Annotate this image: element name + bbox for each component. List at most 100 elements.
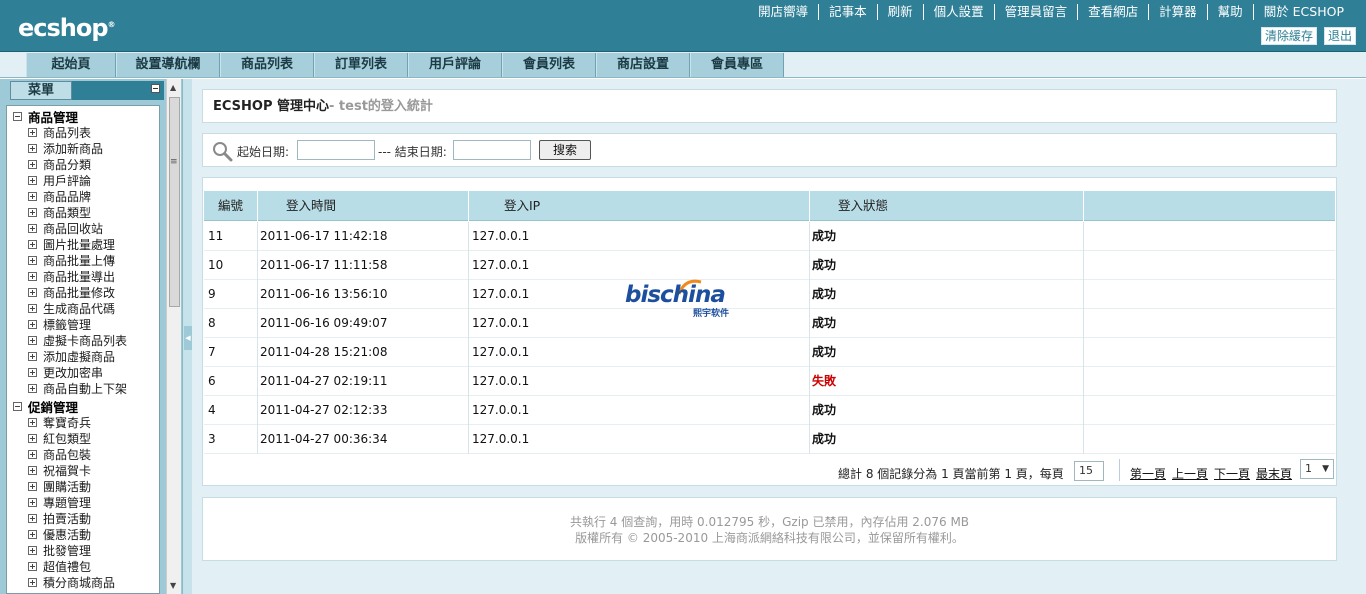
top-link[interactable]: 幫助 xyxy=(1206,4,1253,20)
cell-ip: 127.0.0.1 xyxy=(472,403,530,417)
top-link[interactable]: 查看網店 xyxy=(1077,4,1148,20)
menu-item-label: 用戶評論 xyxy=(43,173,92,188)
menu-item[interactable]: 超值禮包 xyxy=(28,558,159,574)
top-link[interactable]: 關於 ECSHOP xyxy=(1252,4,1354,20)
expand-icon xyxy=(28,577,37,587)
sidebar-splitter[interactable]: ◀ xyxy=(182,79,192,594)
menu-item[interactable]: 商品包裝 xyxy=(28,446,159,462)
table-row: 8 2011-06-16 09:49:07 127.0.0.1 成功 xyxy=(204,309,1335,338)
ecshop-logo[interactable]: ecshop® xyxy=(18,14,116,42)
menu-item[interactable]: 商品自動上下架 xyxy=(28,380,159,396)
column-divider xyxy=(1083,367,1084,396)
nav-tab[interactable]: 會員專區 xyxy=(690,53,784,77)
top-link[interactable]: 開店嚮導 xyxy=(748,4,818,20)
cell-ip: 127.0.0.1 xyxy=(472,432,530,446)
nav-tab[interactable]: 設置導航欄 xyxy=(116,53,220,77)
expand-icon xyxy=(28,287,37,297)
menu-item[interactable]: 商品批量導出 xyxy=(28,268,159,284)
scroll-down-icon[interactable]: ▼ xyxy=(170,581,176,590)
expand-icon xyxy=(28,191,37,201)
menu-item-label: 商品自動上下架 xyxy=(43,381,128,396)
column-divider xyxy=(809,338,810,367)
menu-item[interactable]: 商品批量修改 xyxy=(28,284,159,300)
menu-item[interactable]: 添加新商品 xyxy=(28,140,159,156)
last-page-link[interactable]: 最末頁 xyxy=(1256,465,1292,482)
menu-item[interactable]: 批發管理 xyxy=(28,542,159,558)
menu-item-label: 更改加密串 xyxy=(43,365,104,380)
column-divider xyxy=(468,396,469,425)
menu-item[interactable]: 用戶評論 xyxy=(28,172,159,188)
search-button[interactable]: 搜索 xyxy=(539,140,591,160)
nav-tab[interactable]: 會員列表 xyxy=(502,53,596,77)
main-scroll-area xyxy=(1356,79,1366,594)
top-link[interactable]: 刷新 xyxy=(876,4,923,20)
table-header: 編號 登入時間 登入IP 登入狀態 xyxy=(204,191,1335,221)
menu-item[interactable]: 紅包類型 xyxy=(28,430,159,446)
column-divider xyxy=(468,425,469,454)
menu-tab[interactable]: 菜單 xyxy=(10,81,72,100)
menu-item[interactable]: 奪寶奇兵 xyxy=(28,414,159,430)
menu-item[interactable]: 商品批量上傳 xyxy=(28,252,159,268)
menu-group[interactable]: 促銷管理 xyxy=(13,398,159,415)
scroll-up-icon[interactable]: ▲ xyxy=(170,83,176,92)
collapse-sidebar-icon[interactable]: ◀ xyxy=(184,326,192,350)
menu-item[interactable]: 商品列表 xyxy=(28,124,159,140)
collapse-icon[interactable] xyxy=(13,111,22,121)
page-select[interactable]: 1 ▼ xyxy=(1300,459,1334,479)
menu-collapse-icon[interactable] xyxy=(151,84,160,93)
per-page-input[interactable]: 15 xyxy=(1074,461,1104,481)
menu-item-label: 商品品牌 xyxy=(43,189,92,204)
nav-tab[interactable]: 商品列表 xyxy=(220,53,314,77)
start-date-input[interactable] xyxy=(297,140,375,160)
cell-id: 10 xyxy=(208,258,224,272)
column-divider xyxy=(257,338,258,367)
menu-item[interactable]: 積分商城商品 xyxy=(28,574,159,590)
nav-tab[interactable]: 商店設置 xyxy=(596,53,690,77)
expand-icon xyxy=(28,271,37,281)
menu-item[interactable]: 商品類型 xyxy=(28,204,159,220)
menu-item[interactable]: 優惠活動 xyxy=(28,526,159,542)
watermark-text-b: china xyxy=(660,282,726,308)
top-link[interactable]: 計算器 xyxy=(1148,4,1207,20)
menu-item[interactable]: 圖片批量處理 xyxy=(28,236,159,252)
menu-item[interactable]: 專題管理 xyxy=(28,494,159,510)
menu-group[interactable]: 商品管理 xyxy=(13,108,159,125)
menu-item-label: 超值禮包 xyxy=(43,559,92,574)
menu-item[interactable]: 生成商品代碼 xyxy=(28,300,159,316)
menu-item[interactable]: 更改加密串 xyxy=(28,364,159,380)
menu-item[interactable]: 虛擬卡商品列表 xyxy=(28,332,159,348)
menu-item[interactable]: 團購活動 xyxy=(28,478,159,494)
menu-item[interactable]: 標籤管理 xyxy=(28,316,159,332)
table-row: 7 2011-04-28 15:21:08 127.0.0.1 成功 xyxy=(204,338,1335,367)
cell-time: 2011-06-16 09:49:07 xyxy=(260,316,388,330)
column-divider xyxy=(468,191,469,221)
expand-icon xyxy=(28,175,37,185)
sidebar-scrollbar[interactable]: ▲ ≡ ▼ xyxy=(166,79,181,594)
cell-id: 9 xyxy=(208,287,216,301)
top-link[interactable]: 管理員留言 xyxy=(993,4,1078,20)
collapse-icon[interactable] xyxy=(13,401,22,411)
cell-time: 2011-06-16 13:56:10 xyxy=(260,287,388,301)
top-link[interactable]: 記事本 xyxy=(818,4,877,20)
column-divider xyxy=(468,251,469,280)
end-date-input[interactable] xyxy=(453,140,531,160)
scroll-thumb[interactable] xyxy=(169,97,180,307)
nav-tab[interactable]: 用戶評論 xyxy=(408,53,502,77)
menu-item[interactable]: 商品回收站 xyxy=(28,220,159,236)
menu-item[interactable]: 添加虛擬商品 xyxy=(28,348,159,364)
menu-item[interactable]: 拍賣活動 xyxy=(28,510,159,526)
nav-tab[interactable]: 訂單列表 xyxy=(314,53,408,77)
search-icon xyxy=(213,142,233,162)
nav-tab[interactable]: 起始頁 xyxy=(26,53,116,77)
menu-item[interactable]: 祝福賀卡 xyxy=(28,462,159,478)
top-link[interactable]: 個人設置 xyxy=(922,4,994,20)
scroll-grip-icon: ≡ xyxy=(170,157,178,167)
next-page-link[interactable]: 下一頁 xyxy=(1214,465,1250,482)
prev-page-link[interactable]: 上一頁 xyxy=(1172,465,1208,482)
logout-button[interactable]: 退出 xyxy=(1323,27,1356,45)
clear-cache-button[interactable]: 清除緩存 xyxy=(1260,27,1317,45)
menu-item[interactable]: 商品品牌 xyxy=(28,188,159,204)
first-page-link[interactable]: 第一頁 xyxy=(1130,465,1166,482)
menu-item-label: 商品批量導出 xyxy=(43,269,116,284)
menu-item[interactable]: 商品分類 xyxy=(28,156,159,172)
